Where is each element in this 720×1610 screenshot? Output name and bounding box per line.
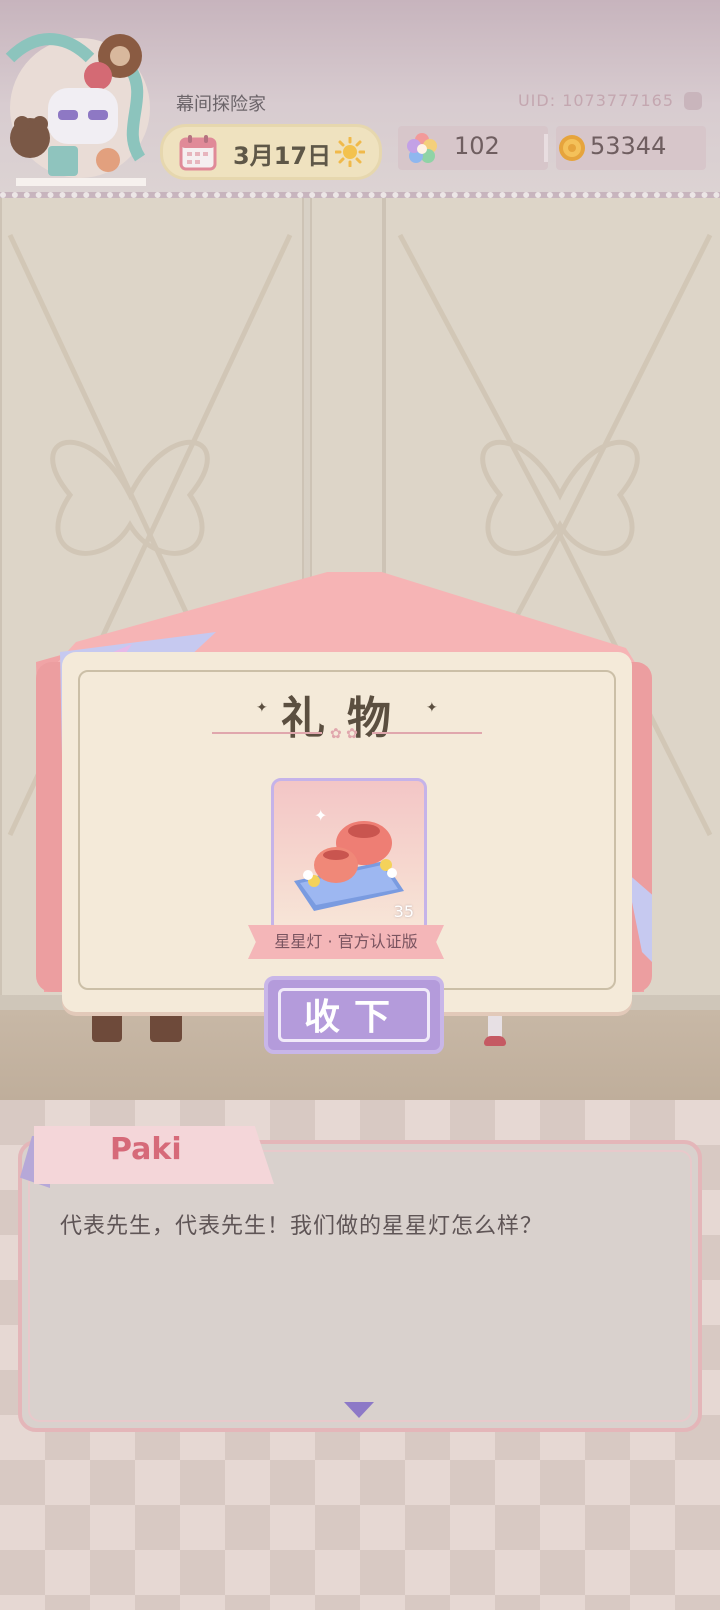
dialogue-text: 代表先生，代表先生！我们做的星星灯怎么样？ — [60, 1214, 544, 1239]
player-name: 幕间探险家 — [176, 94, 266, 115]
sparkle-icon: ✦ — [426, 700, 438, 716]
dialogue-inner-frame — [28, 1150, 692, 1422]
gift-item-slot[interactable]: ✦ 35 — [271, 778, 427, 934]
accept-button-label: 收下 — [278, 988, 430, 1042]
avatar-frame[interactable] — [0, 28, 160, 188]
svg-text:✦: ✦ — [314, 806, 327, 825]
accept-button[interactable]: 收下 — [264, 976, 444, 1054]
date-label: 3月17日 — [233, 142, 332, 170]
title-divider-right — [372, 732, 482, 734]
coin-counter[interactable]: 53344 — [556, 126, 706, 170]
copy-icon[interactable] — [684, 92, 702, 110]
title-divider-left — [212, 732, 322, 734]
flower-icon: ✿ ✿ — [330, 726, 358, 742]
sun-icon — [335, 137, 365, 167]
item-quantity: 35 — [393, 902, 414, 921]
triangle-down-icon[interactable] — [344, 1400, 374, 1418]
character-shoe — [484, 1036, 506, 1046]
rainbow-gem-icon — [407, 133, 437, 163]
gift-item-name: 星星灯 · 官方认证版 — [248, 925, 444, 959]
gem-counter[interactable]: 102 — [398, 126, 548, 170]
coin-icon — [559, 135, 585, 161]
calendar-icon — [179, 135, 217, 171]
gem-counter-edge — [544, 134, 548, 162]
speaker-name: Paki — [110, 1132, 182, 1167]
uid-text: UID: 1073777165 — [517, 91, 674, 110]
date-widget[interactable]: 3月17日 — [160, 124, 382, 180]
top-hud: 幕间探险家 UID: 1073777165 3月17日 102 53344 — [0, 0, 720, 198]
gem-count: 102 — [454, 132, 500, 160]
coin-count: 53344 — [590, 132, 667, 160]
